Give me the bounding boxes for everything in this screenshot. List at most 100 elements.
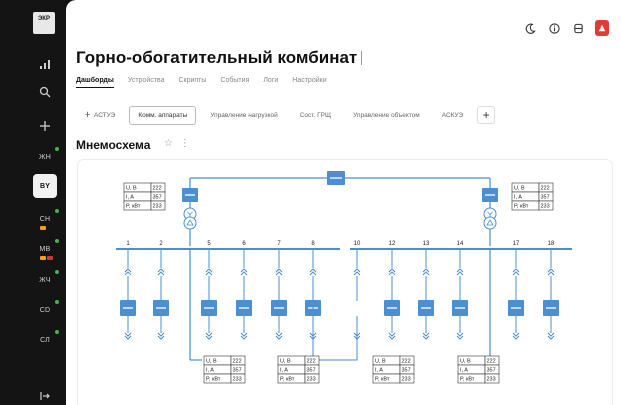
meter-label: U, В xyxy=(460,359,471,365)
tab-object-control[interactable]: Управление объектом xyxy=(345,107,428,124)
meter-value: 357 xyxy=(233,368,242,374)
meter-label: U, В xyxy=(280,359,291,365)
sidebar-item-label: CD xyxy=(39,306,51,314)
meter-label: I, A xyxy=(280,368,288,374)
mnemonic-diagram: U, В 222 I, A 357 P, кВт 233 U, В 222 I, A 357 P, … xyxy=(78,160,612,405)
tab-label: Комм. аппараты xyxy=(138,111,188,119)
tab-grsh-state[interactable]: Сост. ГРЩ xyxy=(292,107,339,124)
chevron-up-icon xyxy=(275,271,283,276)
meter-value: 357 xyxy=(153,195,162,201)
meter-label: P, кВт xyxy=(514,204,529,210)
nav-scripts[interactable]: Скрипты xyxy=(178,77,206,88)
meter-value: 222 xyxy=(541,186,550,192)
star-icon[interactable]: ☆ xyxy=(164,138,173,149)
nav-settings[interactable]: Настройки xyxy=(292,77,326,88)
chevron-up-icon xyxy=(388,271,396,276)
warning-badge xyxy=(40,256,46,260)
status-dot xyxy=(55,330,59,334)
chevron-up-icon xyxy=(456,271,464,276)
app-logo: ЭКР xyxy=(33,12,55,34)
nav-events[interactable]: События xyxy=(220,77,249,88)
meter-label: I, A xyxy=(126,195,134,201)
chevron-up-icon xyxy=(309,271,317,276)
meter-label: U, В xyxy=(514,186,525,192)
nav-dashboards[interactable]: Дашборды xyxy=(76,77,114,88)
chevron-up-icon xyxy=(422,271,430,276)
meter-label: U, В xyxy=(206,359,217,365)
meter-label: U, В xyxy=(126,186,137,192)
meter-value: 233 xyxy=(233,377,242,383)
chevron-down-icon xyxy=(422,332,430,337)
transformer-winding xyxy=(183,216,197,230)
sidebar-item-sn[interactable]: СН xyxy=(33,207,59,231)
feeder-number: 6 xyxy=(242,241,246,247)
tab-switchgear[interactable]: Комм. аппараты xyxy=(129,105,197,125)
meter-label: P, кВт xyxy=(126,204,141,210)
transformer-winding xyxy=(483,216,497,230)
sidebar-item-zhch[interactable]: ЖЧ xyxy=(33,268,59,292)
meter-label: I, A xyxy=(375,368,383,374)
status-dot xyxy=(55,147,59,151)
scheme-svg: U, В 222 I, A 357 P, кВт 233 U, В 222 I, A 357 P, … xyxy=(116,171,572,384)
feeder-number: 17 xyxy=(513,241,520,247)
logout-icon[interactable] xyxy=(33,384,57,405)
meter-value: 233 xyxy=(307,377,316,383)
info-icon[interactable] xyxy=(547,21,561,35)
sidebar-item-label: BY xyxy=(39,182,51,190)
nav-logs[interactable]: Логи xyxy=(263,77,278,88)
sidebar-item-by[interactable]: BY xyxy=(33,174,57,198)
chevron-down-icon xyxy=(240,332,248,337)
page-title: Горно-обогатительный комбинат xyxy=(76,48,363,68)
sidebar-item-label: СЛ xyxy=(40,336,50,344)
feeder-number: 10 xyxy=(354,241,361,247)
meter-value: 357 xyxy=(541,195,550,201)
more-icon[interactable]: ⋮ xyxy=(180,138,190,149)
sidebar-item-mb[interactable]: MB xyxy=(33,237,59,261)
feeder-number: 14 xyxy=(457,241,464,247)
search-icon[interactable] xyxy=(33,80,57,104)
add-tab-button[interactable]: + xyxy=(477,106,496,124)
user-avatar[interactable] xyxy=(595,20,609,36)
nav-devices[interactable]: Устройства xyxy=(128,77,165,88)
status-dot xyxy=(55,270,59,274)
chevron-down-icon xyxy=(388,332,396,337)
meter-value: 222 xyxy=(153,186,162,192)
signal-icon[interactable] xyxy=(33,52,57,76)
dashboard-tabs: АСТУЭ Комм. аппараты Управление нагрузко… xyxy=(76,105,611,125)
meter-value: 222 xyxy=(233,359,242,365)
database-icon[interactable] xyxy=(571,21,585,35)
meter-value: 357 xyxy=(402,368,411,374)
meter-value: 222 xyxy=(402,359,411,365)
feeder-number: 2 xyxy=(159,241,163,247)
status-dot xyxy=(55,239,59,243)
warning-badge xyxy=(40,226,46,230)
feeder-number: 1 xyxy=(126,241,130,247)
chevron-up-icon xyxy=(512,271,520,276)
sidebar-item-cd[interactable]: CD xyxy=(33,298,59,322)
chevron-down-icon xyxy=(157,332,165,337)
meter-label: I, A xyxy=(206,368,214,374)
meter-label: P, кВт xyxy=(460,377,475,383)
sidebar-item-zh[interactable]: ЖН xyxy=(33,145,59,169)
plus-icon[interactable] xyxy=(33,114,57,138)
sidebar-item-sl[interactable]: СЛ xyxy=(33,328,59,352)
feeder-number: 13 xyxy=(423,241,430,247)
status-dot xyxy=(55,300,59,304)
bus-tie-path xyxy=(312,280,358,361)
meter-label: P, кВт xyxy=(206,377,221,383)
chevron-down-icon xyxy=(124,332,132,337)
status-dot xyxy=(55,209,59,213)
main-panel: Горно-обогатительный комбинат Дашборды У… xyxy=(66,0,621,405)
chevron-up-icon xyxy=(547,271,555,276)
feeder-number: 5 xyxy=(207,241,211,247)
chevron-down-icon xyxy=(456,332,464,337)
sidebar-item-label: ЖН xyxy=(39,153,51,161)
theme-moon-icon[interactable] xyxy=(523,21,537,35)
tab-load-control[interactable]: Управление нагрузкой xyxy=(202,107,285,124)
feeder-number: 8 xyxy=(311,241,315,247)
tab-askue[interactable]: АСКУЭ xyxy=(434,107,471,124)
meter-value: 222 xyxy=(487,359,496,365)
tab-astue[interactable]: АСТУЭ xyxy=(76,106,123,124)
meter-label: U, В xyxy=(375,359,386,365)
chevron-down-icon xyxy=(547,332,555,337)
